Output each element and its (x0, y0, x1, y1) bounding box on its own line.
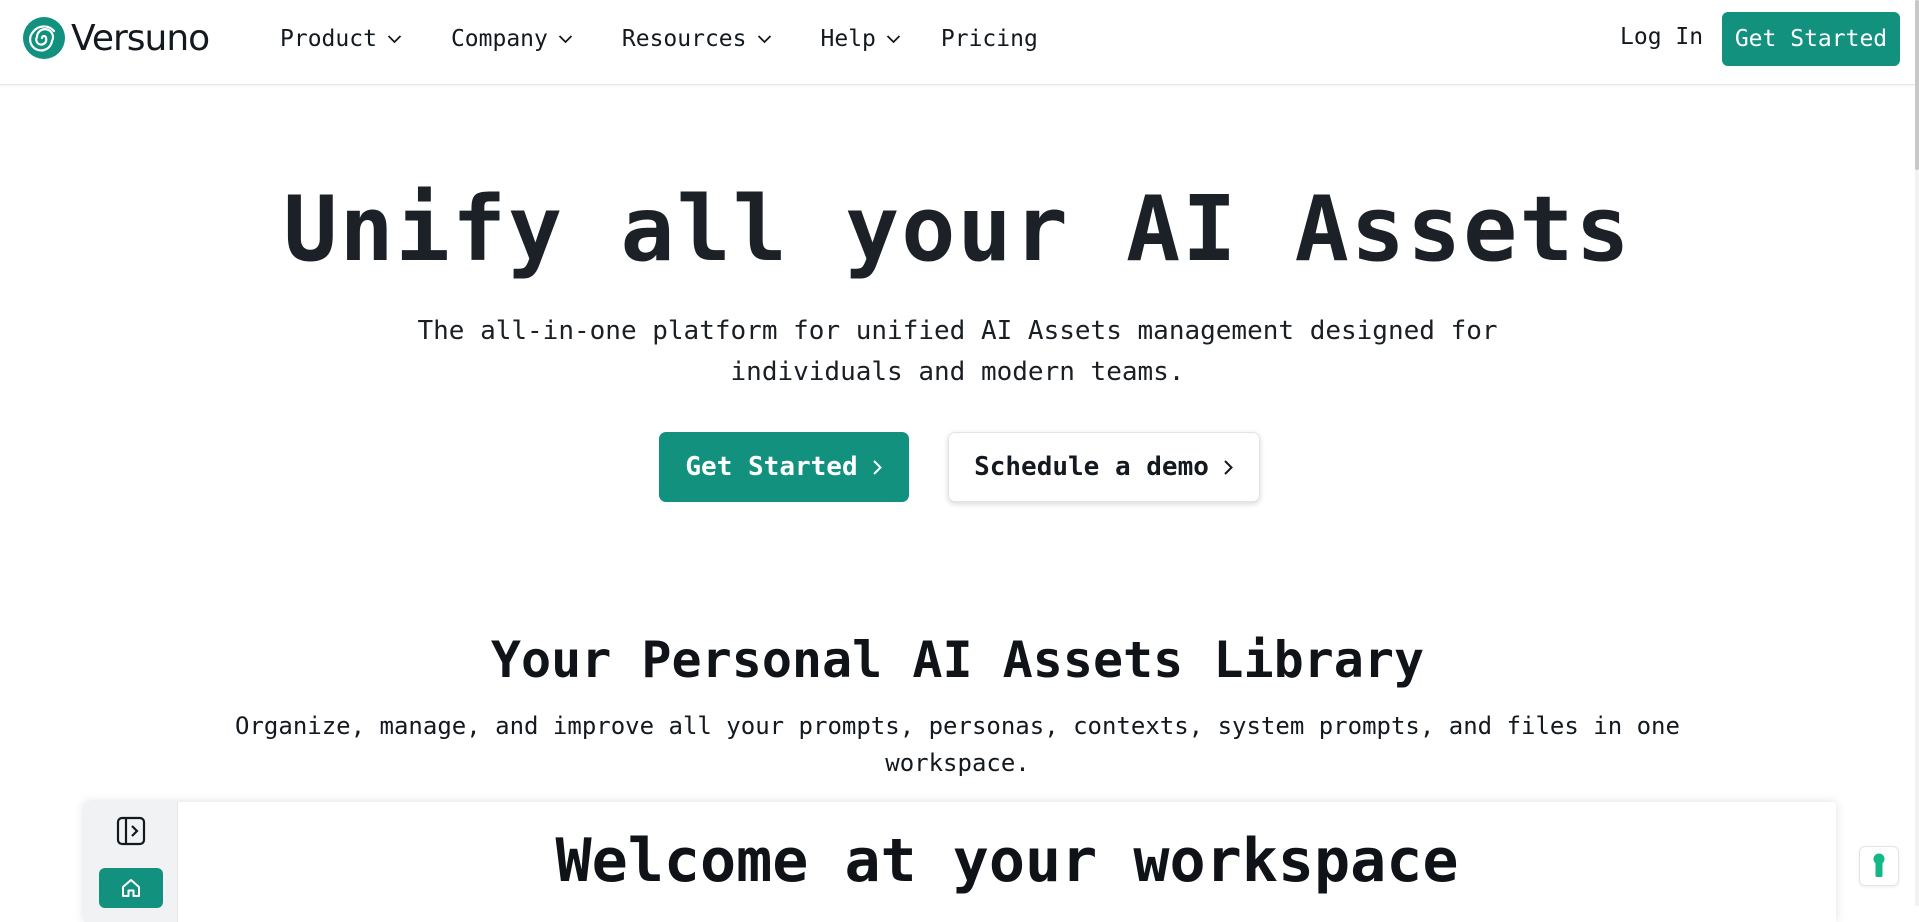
nav-item-label: Company (450, 26, 548, 52)
nav-item-label: Help (820, 26, 876, 52)
nav-item-label: Resources (621, 26, 747, 52)
sidebar-home-button[interactable] (99, 868, 163, 908)
nav-item-resources[interactable]: Resources (622, 26, 772, 52)
spiral-logo-icon (23, 17, 65, 59)
scrollbar-thumb[interactable] (1915, 0, 1919, 170)
brand-logo[interactable]: Versuno (22, 17, 210, 59)
helper-widget-button[interactable] (1859, 846, 1899, 886)
hero-title: Unify all your AI Assets (283, 177, 1632, 282)
brand-name: Versuno (71, 17, 210, 59)
nav-item-label: Product (280, 26, 377, 52)
schedule-demo-label: Schedule a demo (974, 452, 1209, 482)
schedule-demo-button[interactable]: Schedule a demo (948, 432, 1260, 502)
nav-item-pricing[interactable]: Pricing (941, 26, 1038, 52)
hero-cta-row: Get Started Schedule a demo (659, 432, 1260, 502)
chevron-right-icon (872, 459, 882, 475)
nav-item-product[interactable]: Product (280, 26, 402, 52)
nav-item-label: Pricing (940, 26, 1038, 52)
main-nav: Product Company Resources Help Pricing (280, 0, 1087, 78)
login-link[interactable]: Log In (1620, 24, 1703, 50)
get-started-label: Get Started (685, 452, 858, 482)
sidebar-toggle-icon[interactable] (115, 815, 147, 847)
workspace-preview: Welcome at your workspace (84, 802, 1836, 922)
home-icon (122, 879, 140, 897)
preview-sidebar (84, 802, 178, 922)
chevron-down-icon (886, 35, 901, 44)
chevron-down-icon (387, 35, 402, 44)
library-subtitle: Organize, manage, and improve all your p… (235, 712, 1680, 777)
keyhole-icon (1873, 853, 1885, 877)
hero-subtitle: The all-in-one platform for unified AI A… (417, 316, 1498, 387)
nav-item-help[interactable]: Help (821, 26, 901, 52)
page-scrollbar[interactable] (1915, 0, 1919, 906)
nav-item-company[interactable]: Company (451, 26, 573, 52)
library-title: Your Personal AI Assets Library (490, 631, 1425, 689)
workspace-welcome-title: Welcome at your workspace (555, 826, 1459, 896)
header-get-started-button[interactable]: Get Started (1722, 12, 1900, 66)
get-started-button[interactable]: Get Started (659, 432, 909, 502)
chevron-down-icon (558, 35, 573, 44)
site-header: Versuno Product Company Resources Help P… (0, 0, 1915, 85)
chevron-right-icon (1224, 459, 1233, 475)
chevron-down-icon (757, 35, 771, 44)
